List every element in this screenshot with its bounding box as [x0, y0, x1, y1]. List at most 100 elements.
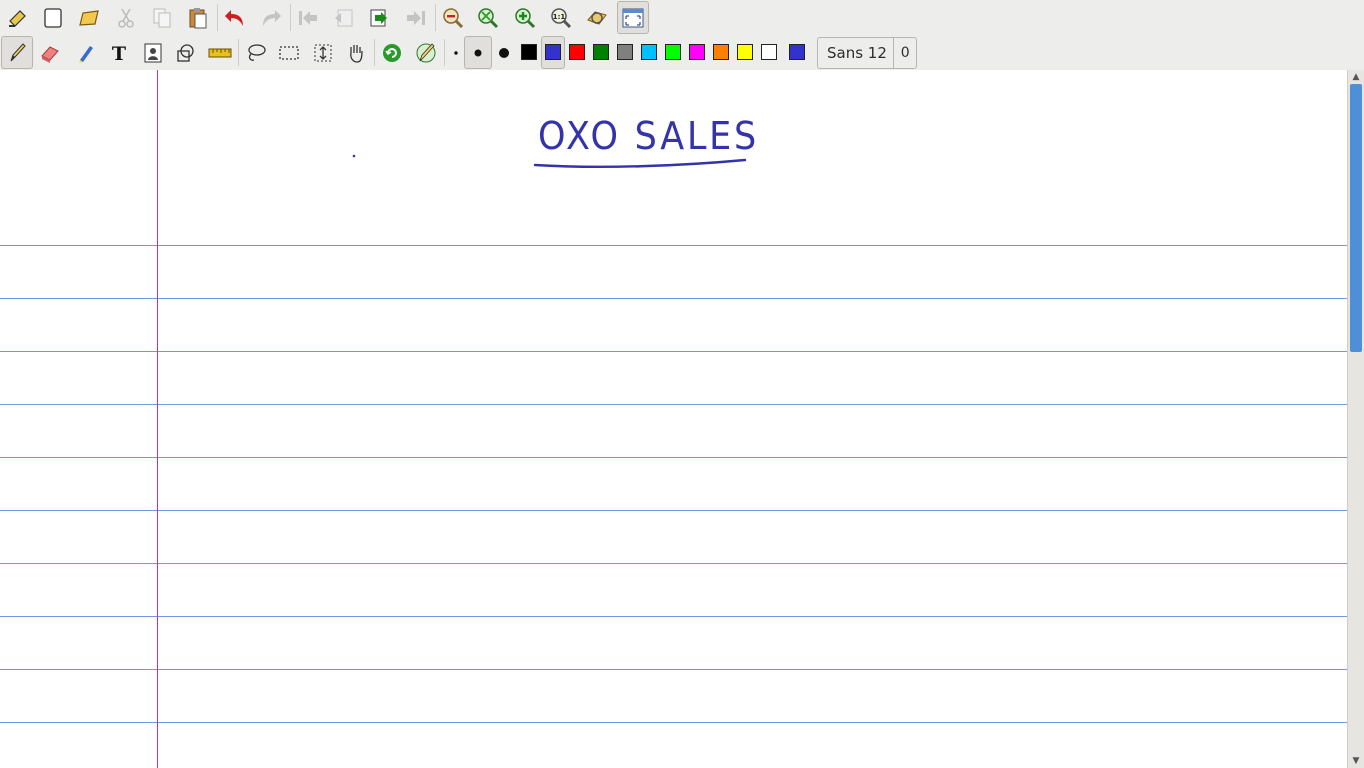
- fullscreen-icon: [622, 8, 644, 27]
- first-page-icon: [299, 10, 317, 25]
- ruled-line: [0, 616, 1347, 617]
- first-page-button[interactable]: [292, 1, 324, 34]
- pen-icon: [10, 42, 26, 61]
- color-orange[interactable]: [713, 44, 729, 60]
- color-white[interactable]: [761, 44, 777, 60]
- zoom-in-button[interactable]: [509, 1, 541, 34]
- thickness-thick-button[interactable]: [488, 36, 520, 69]
- zoom-page-width-button[interactable]: [581, 1, 613, 34]
- color-green[interactable]: [593, 44, 609, 60]
- note-page[interactable]: OXO SALES: [0, 70, 1347, 768]
- eraser-tool-button[interactable]: [34, 36, 66, 69]
- thick-dot-icon: [499, 47, 509, 58]
- vertical-space-icon: [314, 44, 332, 61]
- text-tool-button[interactable]: T: [103, 36, 135, 69]
- main-toolbar: 1:1: [0, 0, 1364, 35]
- hand-tool-button[interactable]: [340, 36, 372, 69]
- svg-text:1:1: 1:1: [553, 13, 566, 21]
- zoom-page-width-icon: [587, 10, 607, 25]
- ruler-button[interactable]: [204, 36, 236, 69]
- previous-page-button[interactable]: [328, 1, 360, 34]
- undo-icon: [225, 9, 243, 26]
- paste-icon: [189, 7, 207, 28]
- color-light-blue[interactable]: [641, 44, 657, 60]
- save-icon: [9, 9, 26, 27]
- refresh-icon: [383, 43, 401, 62]
- separator: [435, 4, 436, 31]
- redo-button[interactable]: [255, 1, 287, 34]
- image-icon: [144, 43, 162, 62]
- image-tool-button[interactable]: [137, 36, 169, 69]
- ruled-line: [0, 563, 1347, 564]
- eraser-icon: [41, 45, 59, 63]
- vertical-scrollbar[interactable]: ▲ ▼: [1347, 70, 1364, 768]
- fullscreen-button[interactable]: [617, 1, 649, 34]
- scroll-down-arrow[interactable]: ▼: [1348, 754, 1364, 768]
- ruled-line: [0, 669, 1347, 670]
- zoom-100-icon: 1:1: [551, 7, 572, 28]
- color-yellow[interactable]: [737, 44, 753, 60]
- color-blue[interactable]: [545, 44, 561, 60]
- separator: [217, 4, 218, 31]
- cut-button[interactable]: [110, 1, 142, 34]
- ruled-line: [0, 722, 1347, 723]
- save-button[interactable]: [1, 1, 33, 34]
- copy-button[interactable]: [146, 1, 178, 34]
- tools-toolbar: T Sans 12 0: [0, 35, 1364, 70]
- default-tool-button[interactable]: [376, 36, 408, 69]
- ruler-icon: [208, 48, 232, 57]
- scroll-up-arrow[interactable]: ▲: [1348, 70, 1364, 84]
- zoom-100-button[interactable]: 1:1: [545, 1, 577, 34]
- color-magenta[interactable]: [689, 44, 705, 60]
- current-color-button[interactable]: [789, 44, 805, 60]
- rect-select-icon: [279, 45, 299, 60]
- shape-recognizer-button[interactable]: [170, 36, 202, 69]
- new-page-icon: [44, 7, 62, 28]
- font-size-spin[interactable]: 0: [893, 38, 916, 68]
- ruled-line: [0, 298, 1347, 299]
- color-light-green[interactable]: [665, 44, 681, 60]
- color-red[interactable]: [569, 44, 585, 60]
- svg-text:T: T: [112, 43, 126, 65]
- zoom-out-icon: [443, 7, 464, 28]
- scrollbar-thumb[interactable]: [1350, 84, 1362, 352]
- open-icon: [79, 9, 99, 26]
- highlighter-tool-button[interactable]: [70, 36, 102, 69]
- ink-strokes: [352, 154, 747, 169]
- lasso-select-button[interactable]: [240, 36, 272, 69]
- color-black[interactable]: [521, 44, 537, 60]
- separator: [290, 4, 291, 31]
- color-gray[interactable]: [617, 44, 633, 60]
- ruled-line: [0, 351, 1347, 352]
- last-page-button[interactable]: [400, 1, 432, 34]
- highlighter-icon: [79, 45, 93, 63]
- font-name: Sans 12: [827, 44, 887, 62]
- separator: [374, 39, 375, 66]
- open-button[interactable]: [73, 1, 105, 34]
- rect-select-button[interactable]: [273, 36, 305, 69]
- separator: [238, 39, 239, 66]
- undo-button[interactable]: [219, 1, 251, 34]
- last-page-icon: [407, 10, 425, 25]
- ruled-line: [0, 510, 1347, 511]
- next-page-button[interactable]: [363, 1, 395, 34]
- zoom-fit-icon: [478, 7, 499, 28]
- lasso-icon: [248, 43, 266, 61]
- medium-dot-icon: [474, 49, 482, 56]
- pen-options-button[interactable]: [410, 36, 442, 69]
- text-icon: T: [112, 43, 126, 65]
- paste-button[interactable]: [182, 1, 214, 34]
- zoom-out-button[interactable]: [437, 1, 469, 34]
- hand-icon: [350, 44, 363, 63]
- title-underline: [533, 158, 747, 169]
- ruled-line: [0, 404, 1347, 405]
- new-page-button[interactable]: [37, 1, 69, 34]
- zoom-fit-button[interactable]: [472, 1, 504, 34]
- pen-tool-button[interactable]: [1, 36, 33, 69]
- copy-icon: [153, 8, 171, 27]
- vertical-space-button[interactable]: [307, 36, 339, 69]
- previous-page-icon: [335, 9, 353, 26]
- next-page-icon: [370, 9, 387, 26]
- ink-dot: [352, 154, 356, 158]
- font-button[interactable]: Sans 12 0: [817, 37, 917, 69]
